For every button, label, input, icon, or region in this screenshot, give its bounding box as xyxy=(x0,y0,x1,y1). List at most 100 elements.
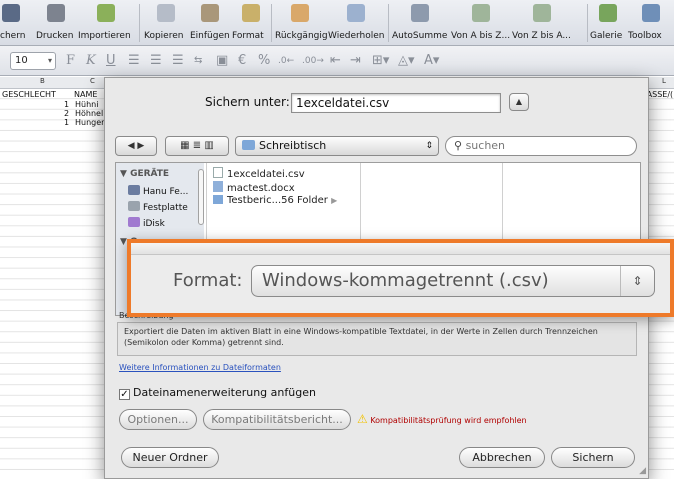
import-icon xyxy=(97,4,115,22)
align-right-icon[interactable]: ☰ xyxy=(172,52,184,70)
column-header-l[interactable]: L xyxy=(662,77,666,85)
align-center-icon[interactable]: ☰ xyxy=(150,52,162,70)
copy-button[interactable]: Kopieren xyxy=(144,2,188,44)
idisk-icon xyxy=(128,217,140,227)
location-value: Schreibtisch xyxy=(259,139,327,152)
more-info-link[interactable]: Weitere Informationen zu Dateiformaten xyxy=(119,363,281,372)
borders-icon[interactable]: ⊞▾ xyxy=(372,52,389,70)
font-color-icon[interactable]: A▾ xyxy=(424,52,439,70)
chevron-updown-icon: ⇕ xyxy=(425,141,433,151)
outdent-icon[interactable]: ⇤ xyxy=(330,52,341,70)
view-mode-buttons[interactable]: ▦ ≣ ▥ xyxy=(165,136,229,156)
back-forward-buttons[interactable]: ◀ ▶ xyxy=(115,136,157,156)
format-painter-button[interactable]: Format xyxy=(232,2,270,44)
font-size-value: 10 xyxy=(15,55,28,66)
table-cell[interactable]: 1 xyxy=(64,100,69,109)
save-button[interactable]: Sichern xyxy=(551,447,635,468)
undo-icon xyxy=(291,4,309,22)
location-popup[interactable]: Schreibtisch ⇕ xyxy=(235,136,439,156)
merge-cells-icon[interactable]: ▣ xyxy=(216,52,228,70)
sort-za-icon xyxy=(533,4,551,22)
gallery-button[interactable]: Galerie xyxy=(590,2,626,44)
format-bar: 10 ▾ F K U ☰ ☰ ☰ ⇆ ▣ € % .0← .00→ ⇤ ⇥ ⊞▾… xyxy=(0,46,674,76)
callout-strip xyxy=(131,243,670,255)
docx-file-icon xyxy=(213,181,223,192)
checkbox-checked-icon[interactable]: ✓ xyxy=(119,389,130,400)
redo-button[interactable]: Wiederholen xyxy=(328,2,384,44)
sort-descending-button[interactable]: Von Z bis A... xyxy=(512,2,572,44)
undo-button[interactable]: Rückgängig xyxy=(275,2,328,44)
toolbar-separator xyxy=(388,4,389,42)
resize-grip-icon[interactable]: ◢ xyxy=(639,466,646,476)
increase-decimal-icon[interactable]: .0← xyxy=(278,52,294,70)
underline-button[interactable]: U xyxy=(106,52,116,70)
new-folder-button[interactable]: Neuer Ordner xyxy=(121,447,219,468)
italic-button[interactable]: K xyxy=(86,52,96,70)
devices-heading: ▼ GERÄTE xyxy=(120,169,170,179)
import-button[interactable]: Importieren xyxy=(78,2,134,44)
toolbar-separator xyxy=(587,4,588,42)
folder-icon xyxy=(242,140,255,150)
expand-dialog-button[interactable]: ▲ xyxy=(509,93,529,111)
sum-icon xyxy=(411,4,429,22)
header-cell-name[interactable]: NAME xyxy=(74,90,97,99)
currency-icon[interactable]: € xyxy=(238,52,246,70)
table-cell[interactable]: Höhnel xyxy=(75,109,103,118)
compat-warning: ⚠ Kompatibilitätsprüfung wird empfohlen xyxy=(357,412,527,426)
toolbar-separator xyxy=(271,4,272,42)
cancel-button[interactable]: Abbrechen xyxy=(459,447,545,468)
toolbox-button[interactable]: Toolbox xyxy=(628,2,674,44)
csv-file-icon xyxy=(213,167,223,178)
chevron-right-icon: ▶ xyxy=(331,196,338,205)
decrease-decimal-icon[interactable]: .00→ xyxy=(302,52,324,70)
percent-icon[interactable]: % xyxy=(258,52,270,70)
save-toolbar-button[interactable]: chern xyxy=(0,2,28,44)
bold-button[interactable]: F xyxy=(66,52,75,70)
options-button[interactable]: Optionen... xyxy=(119,409,197,430)
align-left-icon[interactable]: ☰ xyxy=(128,52,140,70)
chevron-updown-icon: ⇕ xyxy=(620,266,654,296)
sidebar-scrollbar[interactable] xyxy=(198,169,204,225)
paste-icon xyxy=(201,4,219,22)
table-cell[interactable]: 1 xyxy=(64,118,69,127)
chevron-down-icon: ▾ xyxy=(47,56,52,65)
description-text: Exportiert die Daten im aktiven Blatt in… xyxy=(117,322,637,356)
autosum-button[interactable]: AutoSumme xyxy=(392,2,448,44)
print-icon xyxy=(47,4,65,22)
folder-item-testbericht[interactable]: Testberic...56 Folder ▶ xyxy=(213,195,337,206)
compatibility-report-button[interactable]: Kompatibilitätsbericht... xyxy=(203,409,351,430)
table-cell[interactable]: Hühni xyxy=(75,100,98,109)
extension-checkbox-row[interactable]: ✓ Dateinamenerweiterung anfügen xyxy=(119,386,316,400)
filename-input[interactable] xyxy=(291,93,501,113)
toolbox-icon xyxy=(642,4,660,22)
search-field[interactable]: ⚲ suchen xyxy=(445,136,637,156)
format-select[interactable]: Windows-kommagetrennt (.csv) ⇕ xyxy=(251,265,655,297)
fill-color-icon[interactable]: ◬▾ xyxy=(398,52,415,70)
sidebar-item-drive[interactable]: Hanu Fe... xyxy=(128,185,188,197)
paste-button[interactable]: Einfügen xyxy=(190,2,230,44)
sort-ascending-button[interactable]: Von A bis Z... xyxy=(451,2,511,44)
file-item-docx[interactable]: mactest.docx xyxy=(213,181,295,194)
folder-icon xyxy=(213,195,223,204)
format-label: Format: xyxy=(173,270,243,291)
column-header-c[interactable]: C xyxy=(90,77,95,85)
header-cell-gender[interactable]: GESCHLECHT xyxy=(2,90,56,99)
search-placeholder: suchen xyxy=(465,139,506,152)
gallery-icon xyxy=(599,4,617,22)
print-button[interactable]: Drucken xyxy=(36,2,76,44)
sidebar-item-idisk[interactable]: iDisk xyxy=(128,217,165,229)
extension-checkbox-label: Dateinamenerweiterung anfügen xyxy=(133,386,316,399)
save-icon xyxy=(2,4,20,22)
sort-az-icon xyxy=(472,4,490,22)
save-as-label: Sichern unter: xyxy=(205,95,290,109)
font-size-select[interactable]: 10 ▾ xyxy=(10,52,56,70)
column-header-b[interactable]: B xyxy=(40,77,45,85)
sidebar-item-festplatte[interactable]: Festplatte xyxy=(128,201,188,213)
table-cell[interactable]: Hunger xyxy=(75,118,104,127)
hard-drive-icon xyxy=(128,185,140,195)
wrap-text-icon[interactable]: ⇆ xyxy=(194,52,202,70)
indent-icon[interactable]: ⇥ xyxy=(350,52,361,70)
table-cell[interactable]: 2 xyxy=(64,109,69,118)
file-item-csv[interactable]: 1exceldatei.csv xyxy=(213,167,305,180)
format-highlight-callout: Format: Windows-kommagetrennt (.csv) ⇕ xyxy=(127,239,674,317)
